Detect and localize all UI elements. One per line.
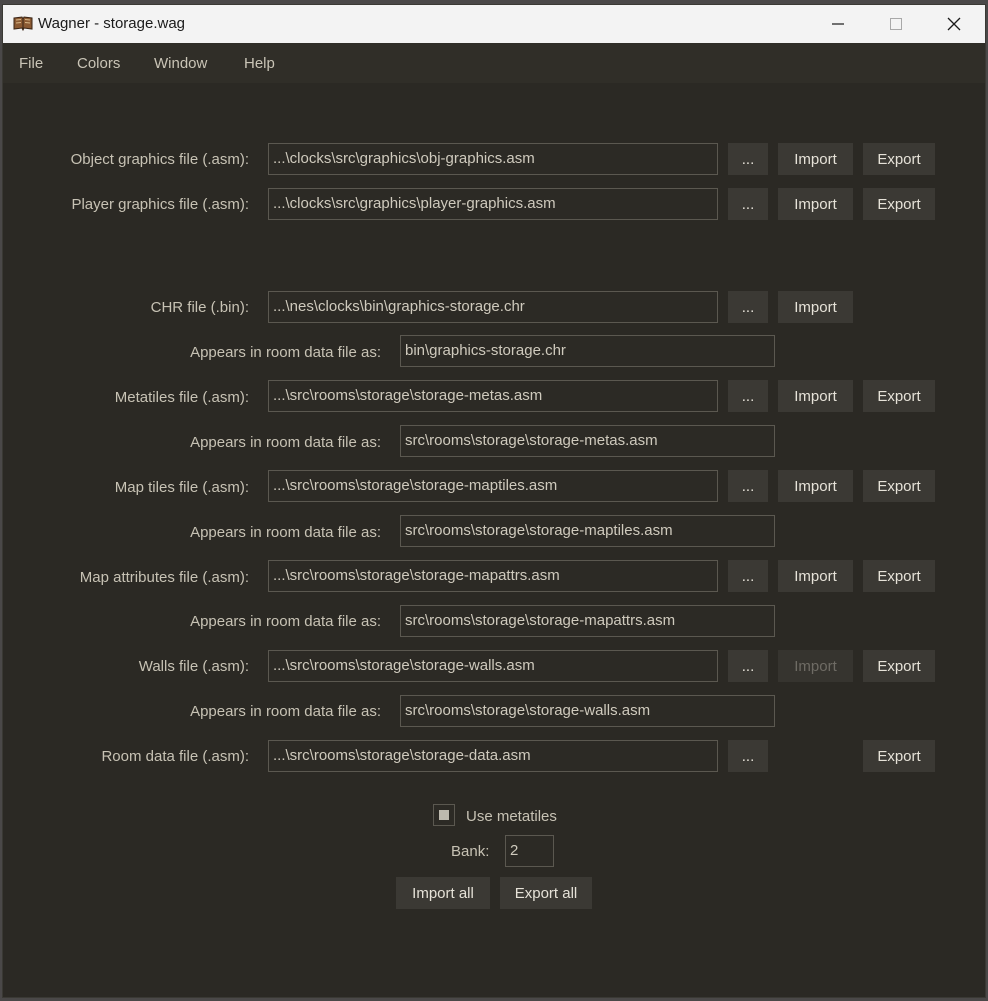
object-graphics-import-button[interactable]: Import — [778, 143, 853, 175]
checkbox-check-mark — [439, 810, 449, 820]
metatiles-browse-button[interactable]: ... — [728, 380, 768, 412]
object-graphics-export-button[interactable]: Export — [863, 143, 935, 175]
menu-file[interactable]: File — [19, 55, 43, 72]
minimize-icon — [832, 23, 844, 25]
player-graphics-import-button[interactable]: Import — [778, 188, 853, 220]
player-graphics-export-button[interactable]: Export — [863, 188, 935, 220]
walls-browse-button[interactable]: ... — [728, 650, 768, 682]
map-tiles-browse-button[interactable]: ... — [728, 470, 768, 502]
walls-import-button: Import — [778, 650, 853, 682]
map-tiles-import-button[interactable]: Import — [778, 470, 853, 502]
chr-file-browse-button[interactable]: ... — [728, 291, 768, 323]
object-graphics-field[interactable]: ...\clocks\src\graphics\obj-graphics.asm — [268, 143, 718, 175]
room-data-browse-button[interactable]: ... — [728, 740, 768, 772]
player-graphics-label: Player graphics file (.asm): — [71, 196, 249, 213]
chr-file-field[interactable]: ...\nes\clocks\bin\graphics-storage.chr — [268, 291, 718, 323]
menu-window[interactable]: Window — [154, 55, 207, 72]
walls-appears-as-field[interactable]: src\rooms\storage\storage-walls.asm — [400, 695, 775, 727]
window-title: Wagner - storage.wag — [38, 15, 186, 32]
use-metatiles-label[interactable]: Use metatiles — [466, 808, 557, 825]
walls-appears-as-label: Appears in room data file as: — [190, 703, 381, 720]
room-data-file-label: Room data file (.asm): — [101, 748, 249, 765]
chr-file-label: CHR file (.bin): — [150, 299, 249, 316]
map-attributes-browse-button[interactable]: ... — [728, 560, 768, 592]
menu-colors[interactable]: Colors — [77, 55, 120, 72]
map-tiles-file-label: Map tiles file (.asm): — [114, 479, 249, 496]
map-tiles-appears-as-label: Appears in room data file as: — [190, 524, 381, 541]
title-bar[interactable]: Wagner - storage.wag — [3, 5, 985, 43]
menu-help[interactable]: Help — [244, 55, 275, 72]
room-data-export-button[interactable]: Export — [863, 740, 935, 772]
map-attributes-file-field[interactable]: ...\src\rooms\storage\storage-mapattrs.a… — [268, 560, 718, 592]
map-attributes-export-button[interactable]: Export — [863, 560, 935, 592]
chr-file-import-button[interactable]: Import — [778, 291, 853, 323]
room-data-file-field[interactable]: ...\src\rooms\storage\storage-data.asm — [268, 740, 718, 772]
close-button[interactable] — [931, 5, 977, 43]
app-window: Wagner - storage.wag File Colors Window … — [2, 4, 986, 998]
map-tiles-appears-as-field[interactable]: src\rooms\storage\storage-maptiles.asm — [400, 515, 775, 547]
metatiles-appears-as-label: Appears in room data file as: — [190, 434, 381, 451]
minimize-button[interactable] — [815, 5, 861, 43]
metatiles-import-button[interactable]: Import — [778, 380, 853, 412]
metatiles-file-label: Metatiles file (.asm): — [114, 389, 249, 406]
import-all-button[interactable]: Import all — [396, 877, 490, 909]
walls-file-label: Walls file (.asm): — [138, 658, 249, 675]
close-icon — [947, 17, 961, 31]
menu-bar: File Colors Window Help — [3, 43, 985, 83]
walls-file-field[interactable]: ...\src\rooms\storage\storage-walls.asm — [268, 650, 718, 682]
export-all-button[interactable]: Export all — [500, 877, 592, 909]
object-graphics-label: Object graphics file (.asm): — [70, 151, 249, 168]
bank-input[interactable]: 2 — [505, 835, 554, 867]
metatiles-export-button[interactable]: Export — [863, 380, 935, 412]
maximize-button[interactable] — [873, 5, 919, 43]
map-tiles-export-button[interactable]: Export — [863, 470, 935, 502]
app-book-icon — [13, 15, 33, 32]
map-attributes-import-button[interactable]: Import — [778, 560, 853, 592]
map-attributes-appears-as-label: Appears in room data file as: — [190, 613, 381, 630]
chr-appears-as-label: Appears in room data file as: — [190, 344, 381, 361]
bank-label: Bank: — [451, 843, 490, 860]
metatiles-appears-as-field[interactable]: src\rooms\storage\storage-metas.asm — [400, 425, 775, 457]
map-attributes-file-label: Map attributes file (.asm): — [79, 569, 249, 586]
player-graphics-browse-button[interactable]: ... — [728, 188, 768, 220]
map-attributes-appears-as-field[interactable]: src\rooms\storage\storage-mapattrs.asm — [400, 605, 775, 637]
map-tiles-file-field[interactable]: ...\src\rooms\storage\storage-maptiles.a… — [268, 470, 718, 502]
metatiles-file-field[interactable]: ...\src\rooms\storage\storage-metas.asm — [268, 380, 718, 412]
object-graphics-browse-button[interactable]: ... — [728, 143, 768, 175]
maximize-icon — [890, 18, 902, 30]
chr-appears-as-field[interactable]: bin\graphics-storage.chr — [400, 335, 775, 367]
player-graphics-field[interactable]: ...\clocks\src\graphics\player-graphics.… — [268, 188, 718, 220]
walls-export-button[interactable]: Export — [863, 650, 935, 682]
use-metatiles-checkbox[interactable] — [433, 804, 455, 826]
